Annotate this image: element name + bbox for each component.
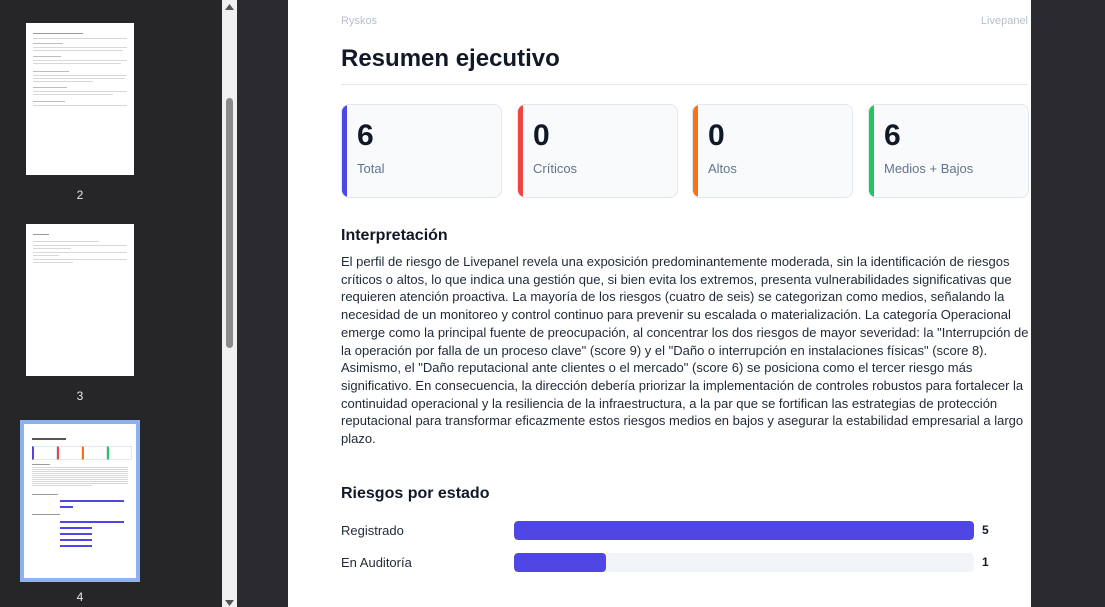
scroll-down-arrow-icon[interactable] bbox=[224, 598, 235, 607]
card-value: 6 bbox=[884, 119, 901, 152]
card-label: Críticos bbox=[533, 161, 578, 176]
scroll-up-arrow-icon[interactable] bbox=[224, 2, 235, 12]
summary-cards: 6 Total 0 Críticos 0 Altos 6 Medios + Ba… bbox=[341, 104, 1029, 198]
card-value: 0 bbox=[708, 119, 725, 152]
card-label: Medios + Bajos bbox=[884, 161, 974, 176]
card-label: Altos bbox=[708, 161, 737, 176]
card-label: Total bbox=[357, 161, 385, 176]
document-viewer[interactable]: Ryskos Livepanel Resumen ejecutivo 6 Tot… bbox=[237, 0, 1105, 607]
interpretation-heading: Interpretación bbox=[341, 227, 448, 244]
title-divider bbox=[341, 84, 1028, 85]
scrollbar-thumb[interactable] bbox=[226, 98, 233, 348]
thumbnail-page-3[interactable] bbox=[26, 224, 134, 376]
bar-row-registrado: Registrado 5 bbox=[341, 521, 1028, 541]
thumbnail-page-2[interactable] bbox=[26, 23, 134, 175]
page-title: Resumen ejecutivo bbox=[341, 45, 560, 72]
bar-value: 5 bbox=[982, 523, 989, 537]
card-accent bbox=[518, 105, 523, 197]
bar-row-en-auditoria: En Auditoría 1 bbox=[341, 553, 1028, 573]
thumbnail-number: 3 bbox=[76, 389, 84, 403]
card-medios-bajos: 6 Medios + Bajos bbox=[868, 104, 1029, 198]
card-accent bbox=[693, 105, 698, 197]
card-accent bbox=[869, 105, 874, 197]
card-altos: 0 Altos bbox=[692, 104, 853, 198]
document-page: Ryskos Livepanel Resumen ejecutivo 6 Tot… bbox=[288, 0, 1031, 607]
bar-fill bbox=[514, 553, 606, 572]
thumbnail-number: 4 bbox=[76, 590, 84, 604]
thumbnail-page-4-selected[interactable] bbox=[20, 420, 140, 582]
sidebar-scrollbar[interactable] bbox=[222, 0, 237, 607]
header-company: Livepanel bbox=[980, 15, 1028, 27]
card-value: 0 bbox=[533, 119, 550, 152]
status-heading: Riesgos por estado bbox=[341, 485, 490, 502]
card-accent bbox=[342, 105, 347, 197]
card-total: 6 Total bbox=[341, 104, 502, 198]
bar-track bbox=[514, 521, 974, 540]
bar-track bbox=[514, 553, 974, 572]
card-criticos: 0 Críticos bbox=[517, 104, 678, 198]
header-brand: Ryskos bbox=[341, 15, 378, 27]
card-value: 6 bbox=[357, 119, 374, 152]
bar-label: Registrado bbox=[341, 523, 404, 538]
bar-fill bbox=[514, 521, 974, 540]
bar-value: 1 bbox=[982, 555, 989, 569]
thumbnail-sidebar: 2 3 4 bbox=[0, 0, 222, 607]
bar-label: En Auditoría bbox=[341, 555, 412, 570]
thumbnail-number: 2 bbox=[76, 188, 84, 202]
interpretation-text: El perfil de riesgo de Livepanel revela … bbox=[341, 254, 1029, 447]
